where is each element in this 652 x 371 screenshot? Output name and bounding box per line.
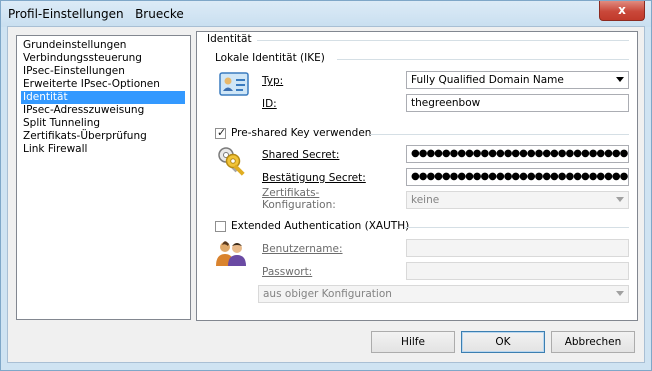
username-label-text: Benutzername: — [262, 243, 343, 255]
help-button[interactable]: Hilfe — [371, 331, 455, 353]
tree-item[interactable]: Erweiterte IPsec-Optionen — [21, 78, 185, 91]
shared-secret-label-text: Shared Secret: — [262, 149, 340, 161]
psk-checkbox[interactable]: ✓ — [215, 126, 227, 139]
cert-config-label: Zertifikats- Konfiguration: — [262, 187, 336, 211]
chevron-down-icon — [616, 77, 624, 82]
password-input[interactable] — [406, 262, 629, 280]
identity-type-value: Fully Qualified Domain Name — [411, 74, 564, 86]
psk-divider — [370, 134, 629, 135]
id-label: ID: — [262, 98, 277, 110]
cert-config-select[interactable]: keine — [406, 191, 629, 209]
section-divider — [257, 40, 629, 41]
cert-config-label-line2: Konfiguration: — [262, 199, 336, 211]
password-label: Passwort: — [262, 266, 312, 278]
dialog-window: Profil-Einstellungen Bruecke x Grundeins… — [0, 0, 652, 371]
cert-config-label-line1: Zertifikats- — [262, 187, 320, 199]
username-input[interactable] — [406, 239, 629, 257]
id-input[interactable]: thegreenbow — [406, 94, 629, 112]
shared-secret-label: Shared Secret: — [262, 149, 339, 161]
tree-item[interactable]: Split Tunneling — [21, 117, 185, 130]
tree-item[interactable]: Verbindungssteuerung — [21, 52, 185, 65]
identity-type-select[interactable]: Fully Qualified Domain Name — [406, 71, 629, 89]
type-label: Typ: — [262, 75, 283, 87]
username-label: Benutzername: — [262, 243, 343, 255]
local-identity-divider — [337, 59, 629, 60]
confirm-secret-input[interactable]: ●●●●●●●●●●●●●●●●●●●●●●●●●●●●●● — [406, 168, 629, 186]
password-label-text: Passwort: — [262, 266, 313, 278]
section-title: Identität — [207, 33, 252, 45]
dialog-client: Grundeinstellungen Verbindungssteuerung IP… — [7, 26, 645, 363]
xauth-checkbox-label[interactable]: Extended Authentication (XAUTH) — [231, 220, 409, 232]
xauth-divider — [404, 227, 629, 228]
confirm-secret-label: Bestätigung Secret: — [262, 172, 366, 184]
shared-secret-input[interactable]: ●●●●●●●●●●●●●●●●●●●●●●●●●●●●●● — [406, 145, 629, 163]
cert-config-value: keine — [411, 194, 440, 206]
local-identity-group-title: Lokale Identität (IKE) — [215, 52, 325, 64]
chevron-down-icon — [616, 197, 624, 202]
id-label-text: ID: — [262, 98, 277, 110]
users-icon — [216, 241, 246, 266]
title-bar[interactable]: Profil-Einstellungen Bruecke x — [1, 1, 651, 27]
chevron-down-icon — [616, 291, 624, 296]
xauth-checkbox[interactable] — [215, 221, 226, 232]
window-title: Profil-Einstellungen Bruecke — [8, 7, 184, 21]
tree-item[interactable]: Grundeinstellungen — [21, 39, 185, 52]
tree-item[interactable]: IPsec-Adresszuweisung — [21, 104, 185, 117]
tree-item[interactable]: Zertifikats-Überprüfung — [21, 130, 185, 143]
ok-button[interactable]: OK — [461, 331, 545, 353]
confirm-secret-label-text: Bestätigung Secret: — [262, 172, 366, 184]
title-text: Profil-Einstellungen — [8, 7, 124, 21]
tree-item[interactable]: Link Firewall — [21, 143, 185, 156]
close-button[interactable]: x — [599, 1, 645, 21]
xauth-source-value: aus obiger Konfiguration — [263, 288, 392, 300]
settings-tree[interactable]: Grundeinstellungen Verbindungssteuerung IP… — [16, 35, 191, 320]
profile-name: Bruecke — [135, 7, 184, 21]
close-icon: x — [618, 3, 626, 17]
identity-panel: Identität Lokale Identität (IKE) Typ: Fu… — [196, 31, 638, 321]
type-label-text: Typ: — [262, 75, 284, 87]
cancel-button[interactable]: Abbrechen — [551, 331, 635, 353]
psk-checkbox-label[interactable]: Pre-shared Key verwenden — [231, 127, 371, 139]
id-card-icon — [219, 72, 249, 96]
xauth-source-select[interactable]: aus obiger Konfiguration — [258, 285, 629, 303]
tree-item[interactable]: Identität — [21, 91, 185, 104]
checkmark-icon: ✓ — [217, 126, 227, 139]
tree-item[interactable]: IPsec-Einstellungen — [21, 65, 185, 78]
keys-icon — [218, 147, 245, 176]
